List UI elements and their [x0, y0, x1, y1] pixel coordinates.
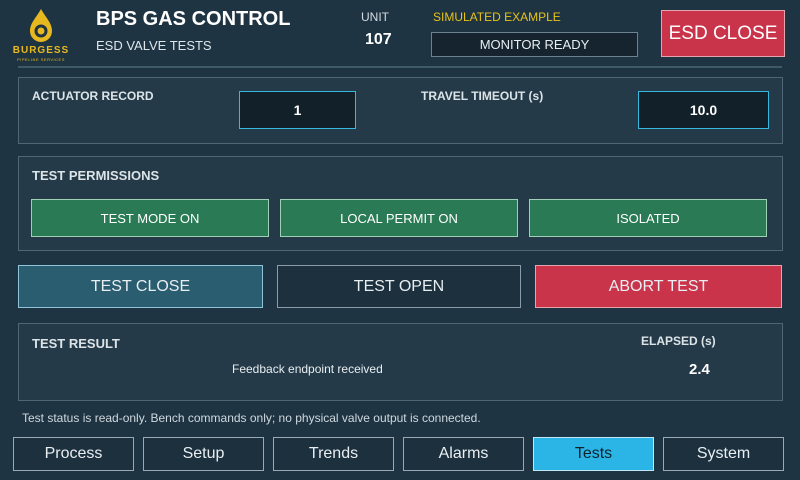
header-divider: [18, 66, 782, 68]
travel-timeout-input[interactable]: 10.0: [638, 91, 769, 129]
footer-note: Test status is read-only. Bench commands…: [22, 411, 481, 425]
nav-tab-process[interactable]: Process: [13, 437, 134, 471]
test-result-label: TEST RESULT: [32, 336, 120, 351]
monitor-status-box: MONITOR READY: [431, 32, 638, 57]
test-open-button[interactable]: TEST OPEN: [277, 265, 521, 308]
esd-close-button[interactable]: ESD CLOSE: [661, 10, 785, 57]
nav-tab-tests[interactable]: Tests: [533, 437, 654, 471]
logo-subtext: PIPELINE SERVICES: [17, 57, 65, 62]
logo-brand-text: BURGESS: [12, 45, 70, 56]
flame-drop-icon: [30, 9, 52, 42]
nav-tab-setup[interactable]: Setup: [143, 437, 264, 471]
page-subtitle: ESD VALVE TESTS: [96, 38, 212, 53]
abort-test-button[interactable]: ABORT TEST: [535, 265, 782, 308]
test-result-text: Feedback endpoint received: [232, 362, 383, 376]
simulated-example-label: SIMULATED EXAMPLE: [433, 10, 561, 24]
nav-tab-trends[interactable]: Trends: [273, 437, 394, 471]
test-mode-indicator: TEST MODE ON: [31, 199, 269, 237]
nav-tab-system[interactable]: System: [663, 437, 784, 471]
unit-label: UNIT: [361, 10, 389, 24]
travel-timeout-label: TRAVEL TIMEOUT (s): [421, 89, 544, 103]
elapsed-label: ELAPSED (s): [641, 334, 716, 348]
actuator-record-input[interactable]: 1: [239, 91, 356, 129]
burgess-logo: BURGESS PIPELINE SERVICES: [10, 6, 72, 62]
local-permit-indicator: LOCAL PERMIT ON: [280, 199, 518, 237]
test-permissions-label: TEST PERMISSIONS: [32, 168, 160, 183]
app-title: BPS GAS CONTROL: [96, 8, 291, 30]
isolated-indicator: ISOLATED: [529, 199, 767, 237]
elapsed-value: 2.4: [689, 361, 710, 378]
actuator-record-label: ACTUATOR RECORD: [32, 89, 154, 103]
nav-tab-alarms[interactable]: Alarms: [403, 437, 524, 471]
unit-value: 107: [365, 31, 392, 48]
test-close-button[interactable]: TEST CLOSE: [18, 265, 263, 308]
